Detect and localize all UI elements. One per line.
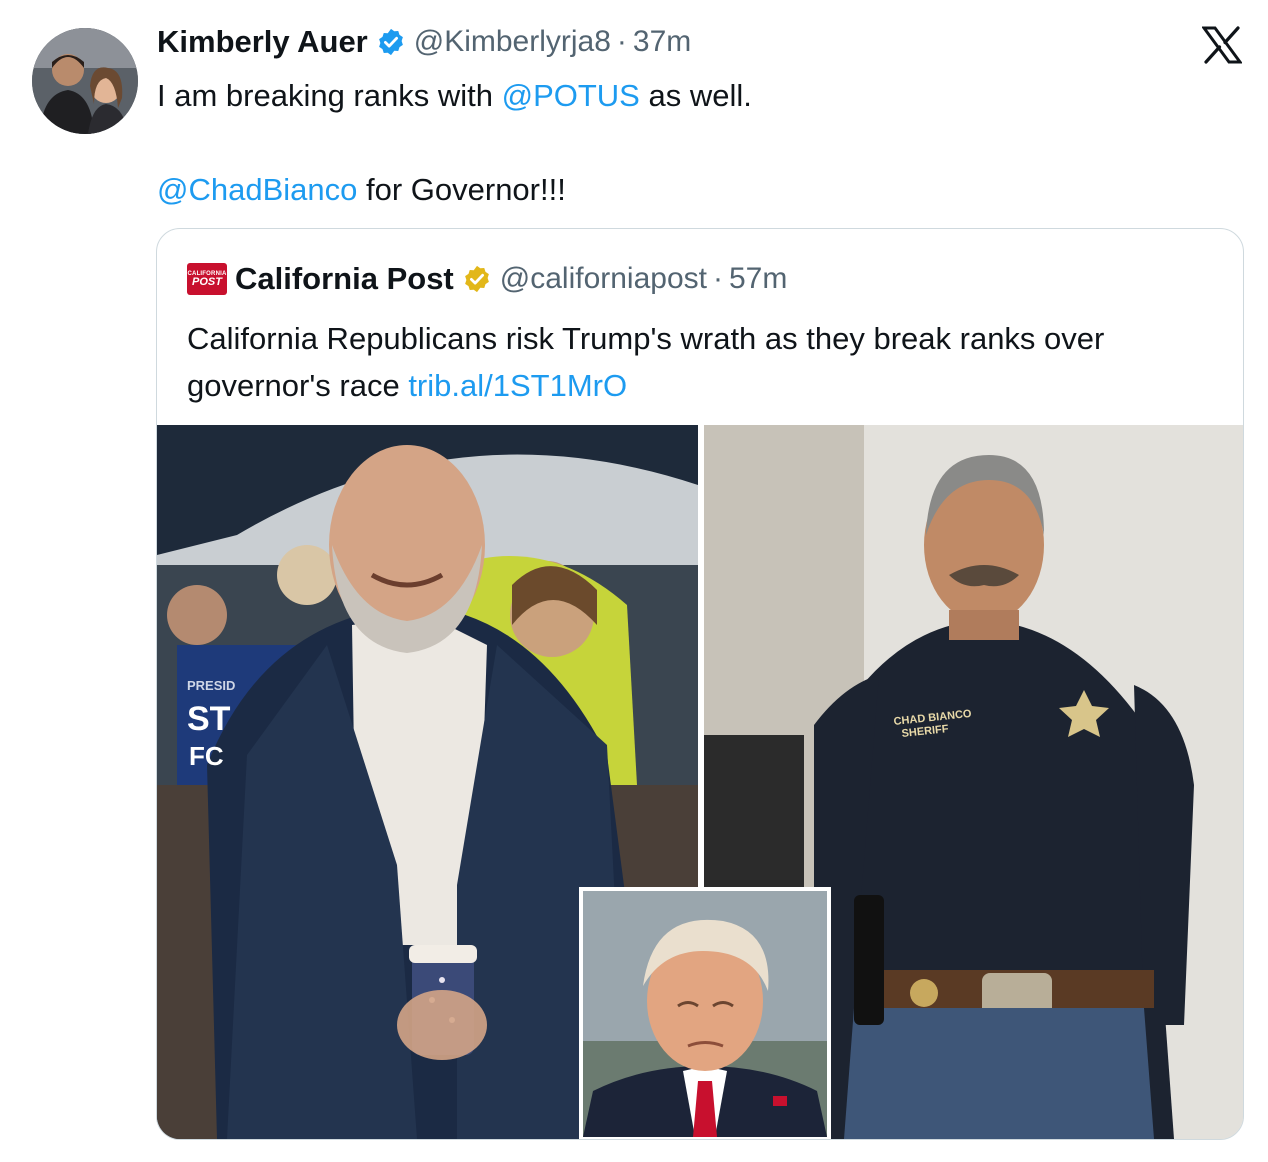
quoted-tweet-text: California Republicans risk Trump's wrat… — [187, 315, 1217, 409]
tweet-text-governor: for Governor!!! — [357, 172, 566, 207]
author-name[interactable]: Kimberly Auer — [157, 24, 368, 60]
quoted-author-name[interactable]: California Post — [235, 261, 454, 297]
media-collage[interactable]: PRESID ST FC CHAD BIANCO SHERIFF — [157, 425, 1243, 1139]
avatar-photo — [32, 28, 138, 134]
quoted-author-handle[interactable]: @californiapost — [500, 262, 707, 296]
logo-line-2: POST — [192, 275, 222, 288]
quoted-tweet-time[interactable]: 57m — [729, 262, 787, 296]
campaign-sign-text-2: ST — [187, 700, 231, 738]
author-avatar[interactable] — [32, 28, 138, 134]
gold-verified-badge-icon — [462, 264, 492, 294]
campaign-sign-text-3: FC — [189, 741, 224, 771]
tweet-text-line-1: I am breaking ranks with @POTUS as well. — [157, 72, 752, 119]
inset-photo-donald-trump[interactable] — [579, 887, 831, 1139]
author-handle[interactable]: @Kimberlyrja8 — [414, 25, 611, 59]
verified-badge-icon — [376, 27, 406, 57]
x-logo-icon[interactable] — [1202, 26, 1242, 64]
mention-chadbianco-link[interactable]: @ChadBianco — [157, 172, 357, 207]
tweet-text-suffix: as well. — [639, 78, 752, 113]
quoted-tweet-body: California Republicans risk Trump's wrat… — [187, 321, 1105, 403]
article-link[interactable]: trib.al/1ST1MrO — [408, 368, 627, 403]
quoted-separator-dot: · — [712, 262, 723, 295]
tweet-text-line-3: @ChadBianco for Governor!!! — [157, 166, 752, 213]
tweet-text: I am breaking ranks with @POTUS as well.… — [157, 72, 752, 213]
mention-potus-link[interactable]: @POTUS — [502, 78, 640, 113]
tweet-header: Kimberly Auer @Kimberlyrja8 · 37m — [157, 22, 691, 62]
quoted-tweet-card[interactable]: CALIFORNIA POST California Post @califor… — [156, 228, 1244, 1140]
quoted-tweet-header: CALIFORNIA POST California Post @califor… — [187, 259, 787, 299]
california-post-logo[interactable]: CALIFORNIA POST — [187, 263, 227, 295]
campaign-sign-text-1: PRESID — [187, 678, 235, 693]
tweet-text-prefix: I am breaking ranks with — [157, 78, 502, 113]
separator-dot: · — [616, 25, 627, 58]
tweet-time[interactable]: 37m — [633, 25, 691, 59]
